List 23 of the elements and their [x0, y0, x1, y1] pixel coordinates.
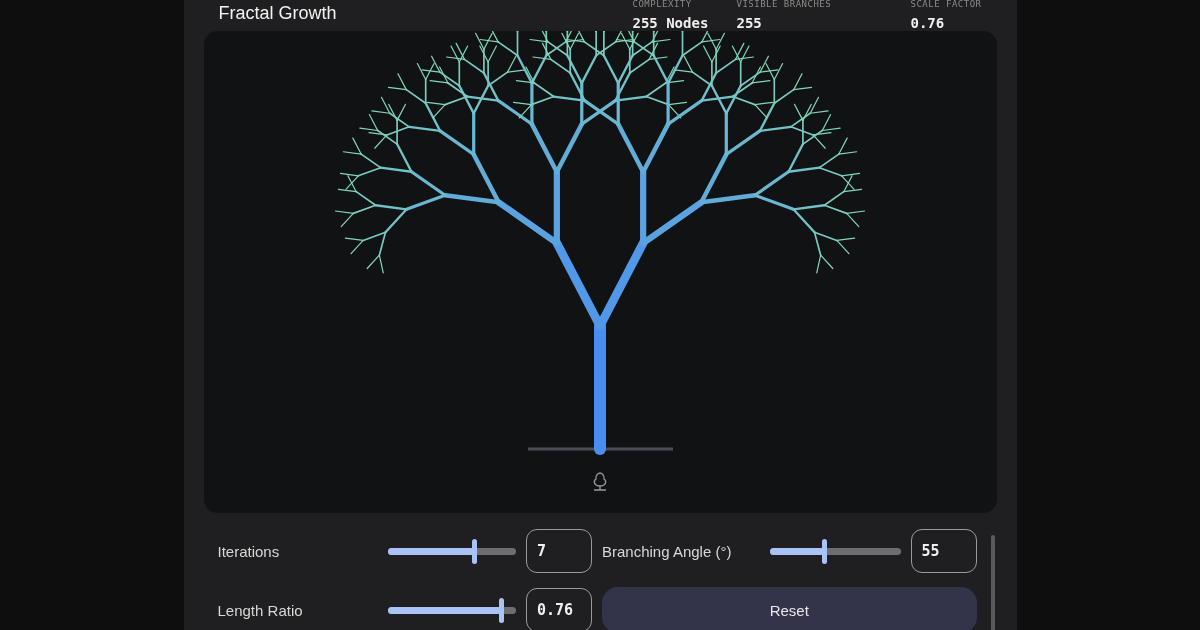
- slider-label: Iterations: [217, 542, 281, 560]
- slider-thumb[interactable]: [821, 538, 827, 564]
- value-field[interactable]: 55: [910, 529, 977, 573]
- stat-value: 0.76: [910, 15, 946, 31]
- slider-label: Length Ratio: [217, 601, 304, 619]
- tree-icon: [592, 472, 607, 491]
- slider-track[interactable]: [770, 547, 901, 555]
- stat-label: VISIBLE BRANCHES: [736, 0, 833, 9]
- slider[interactable]: [387, 597, 516, 623]
- app-title: Fractal Growth: [218, 3, 337, 24]
- reset-button[interactable]: Reset: [602, 587, 977, 630]
- slider-track[interactable]: [387, 547, 516, 555]
- slider-thumb[interactable]: [498, 597, 504, 623]
- slider-label: Branching Angle (°): [602, 542, 733, 560]
- stat-label: SCALE FACTOR: [910, 0, 982, 9]
- value-field[interactable]: 7: [526, 529, 592, 573]
- slider-thumb[interactable]: [471, 538, 477, 564]
- stat-value: 255: [736, 15, 763, 31]
- scrollbar[interactable]: [990, 535, 995, 630]
- stat-label: COMPLEXITY: [632, 0, 693, 9]
- slider[interactable]: [387, 538, 516, 564]
- stat-value: 255 Nodes: [632, 15, 710, 31]
- slider[interactable]: [770, 538, 901, 564]
